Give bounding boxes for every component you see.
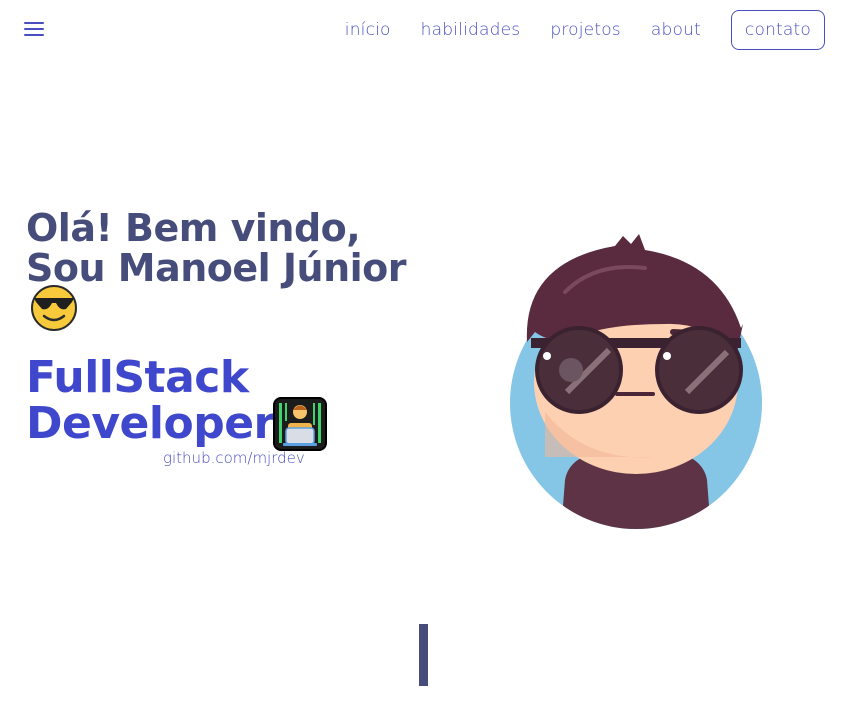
smiling-face-with-sunglasses-icon — [31, 285, 77, 331]
github-link[interactable]: github.com/mjrdev — [163, 449, 305, 467]
hero-greeting: Olá! Bem vindo, Sou Manoel Júnior — [26, 206, 407, 290]
greeting-line-1: Olá! Bem vindo, — [26, 206, 361, 250]
role-line-1: FullStack — [26, 352, 249, 403]
greeting-line-2: Sou Manoel Júnior — [26, 246, 407, 290]
technologist-icon — [273, 397, 327, 451]
contact-button[interactable]: contato — [730, 10, 825, 50]
main-nav: início habilidades projetos about contat… — [315, 10, 825, 50]
avatar-illustration — [510, 234, 762, 529]
hero-role: FullStack Developer — [26, 355, 275, 447]
menu-bar — [24, 28, 44, 30]
nav-item-about[interactable]: about — [651, 20, 701, 40]
scroll-indicator — [419, 624, 428, 686]
role-line-2: Developer — [26, 398, 275, 449]
menu-bar — [24, 34, 44, 36]
hamburger-menu-icon[interactable] — [24, 22, 44, 38]
nav-item-projetos[interactable]: projetos — [550, 20, 621, 40]
menu-bar — [24, 22, 44, 24]
nav-item-habilidades[interactable]: habilidades — [421, 20, 521, 40]
nav-item-inicio[interactable]: início — [345, 20, 391, 40]
